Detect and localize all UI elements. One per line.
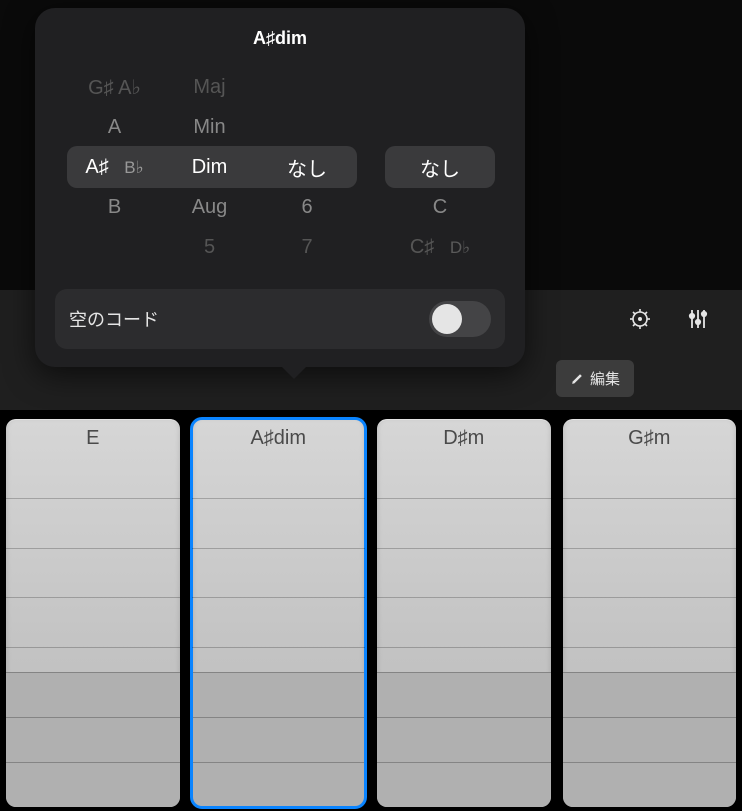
bass-note-wheel[interactable]: なし C C♯ D♭ (385, 67, 495, 267)
chord-strip-label: D♯m (377, 419, 551, 465)
chord-strip[interactable]: E (6, 419, 180, 807)
pencil-icon (570, 372, 584, 386)
chord-strip-label: A♯dim (192, 419, 366, 465)
empty-chord-toggle[interactable] (429, 301, 491, 337)
chord-strip-label: E (6, 419, 180, 465)
autoplay-icon[interactable] (626, 305, 654, 333)
chord-picker-popover: A♯dim G♯ A♭ A A♯ B♭ B Maj Min Dim Aug 5 (35, 8, 525, 367)
edit-button-label: 編集 (590, 368, 620, 389)
empty-chord-label: 空のコード (69, 306, 159, 332)
empty-chord-row: 空のコード (55, 289, 505, 349)
popover-title: A♯dim (55, 28, 505, 49)
chord-picker-main[interactable]: G♯ A♭ A A♯ B♭ B Maj Min Dim Aug 5 なし (67, 67, 357, 267)
root-note-wheel[interactable]: G♯ A♭ A A♯ B♭ B (67, 67, 162, 267)
chord-strips-container: E A♯dim D♯m (0, 415, 742, 811)
chord-strip[interactable]: A♯dim (192, 419, 366, 807)
sliders-icon[interactable] (684, 305, 712, 333)
chord-strip-label: G♯m (563, 419, 737, 465)
chord-quality-wheel[interactable]: Maj Min Dim Aug 5 (162, 67, 257, 267)
chord-strip[interactable]: D♯m (377, 419, 551, 807)
bass-note-picker[interactable]: なし C C♯ D♭ (385, 67, 495, 267)
chord-extension-wheel[interactable]: なし 6 7 (257, 67, 357, 267)
edit-button[interactable]: 編集 (556, 360, 634, 397)
chord-strip[interactable]: G♯m (563, 419, 737, 807)
